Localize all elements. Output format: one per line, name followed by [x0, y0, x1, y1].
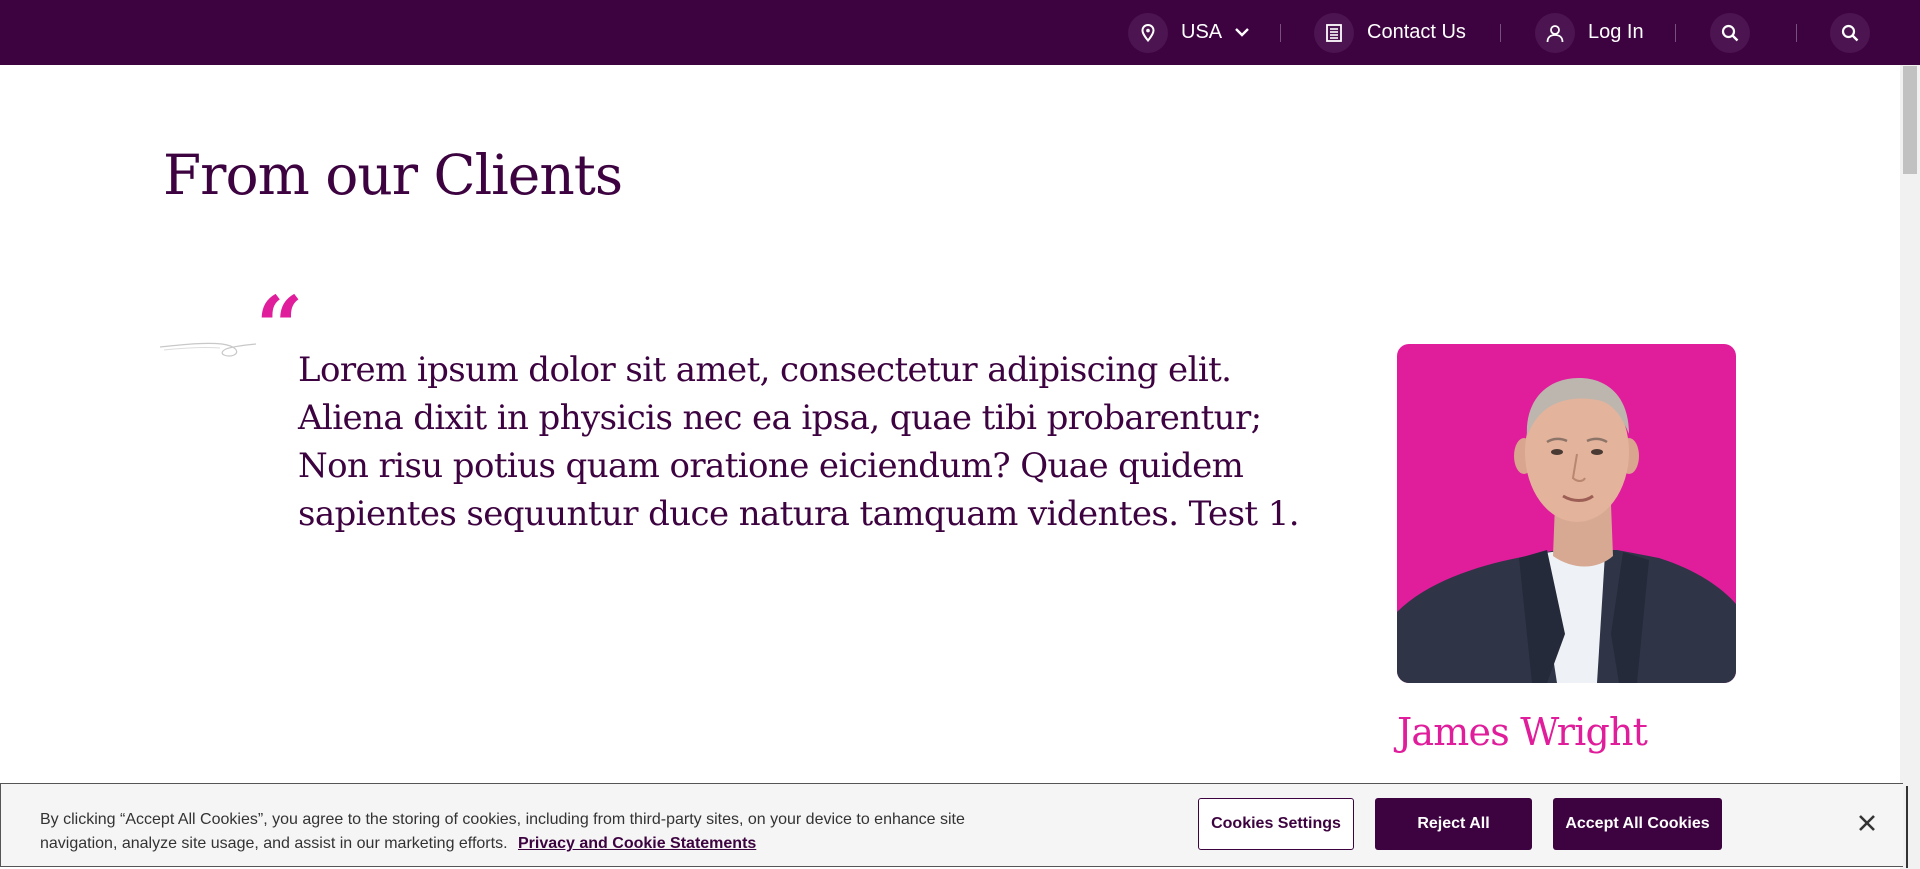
user-icon-wrapper[interactable]	[1535, 13, 1575, 53]
quote-mark-icon: “	[256, 279, 304, 375]
nav-separator	[1280, 24, 1281, 42]
privacy-cookie-link[interactable]: Privacy and Cookie Statements	[518, 835, 756, 852]
cookies-settings-button[interactable]: Cookies Settings	[1198, 798, 1354, 850]
search-icon	[1721, 24, 1739, 42]
contact-us-link[interactable]: Contact Us	[1367, 20, 1466, 44]
page-scrollbar[interactable]	[1900, 65, 1920, 869]
page-scrollbar-thumb[interactable]	[1903, 66, 1917, 174]
client-portrait	[1397, 344, 1736, 683]
contact-icon-wrapper[interactable]	[1314, 13, 1354, 53]
accept-all-cookies-button[interactable]: Accept All Cookies	[1553, 798, 1722, 850]
nav-separator	[1500, 24, 1501, 42]
nav-separator	[1675, 24, 1676, 42]
nav-separator	[1796, 24, 1797, 42]
close-banner-button[interactable]	[1853, 809, 1881, 837]
section-title: From our Clients	[163, 143, 623, 207]
location-pin-icon	[1141, 24, 1155, 42]
log-in-link[interactable]: Log In	[1588, 20, 1644, 44]
decorative-swirl-icon	[160, 342, 256, 357]
search-icon	[1841, 24, 1859, 42]
client-name: James Wright	[1397, 710, 1648, 754]
region-selector-icon-wrapper[interactable]	[1128, 13, 1168, 53]
client-photo	[1397, 378, 1736, 683]
document-list-icon	[1326, 24, 1342, 42]
cookie-message: By clicking “Accept All Cookies”, you ag…	[40, 808, 1030, 856]
close-icon	[1859, 815, 1875, 831]
testimonial-quote: Lorem ipsum dolor sit amet, consectetur …	[298, 350, 1300, 534]
region-selector[interactable]: USA	[1181, 20, 1222, 44]
chevron-down-icon[interactable]	[1234, 26, 1250, 38]
reject-all-button[interactable]: Reject All	[1375, 798, 1532, 850]
cookie-banner-edge	[1906, 786, 1908, 868]
search-button[interactable]	[1710, 13, 1750, 53]
top-navigation-bar: USA Contact Us Log In	[0, 0, 1920, 65]
search-button-secondary[interactable]	[1830, 13, 1870, 53]
cookie-message-text: By clicking “Accept All Cookies”, you ag…	[40, 811, 965, 852]
user-icon	[1546, 25, 1564, 43]
